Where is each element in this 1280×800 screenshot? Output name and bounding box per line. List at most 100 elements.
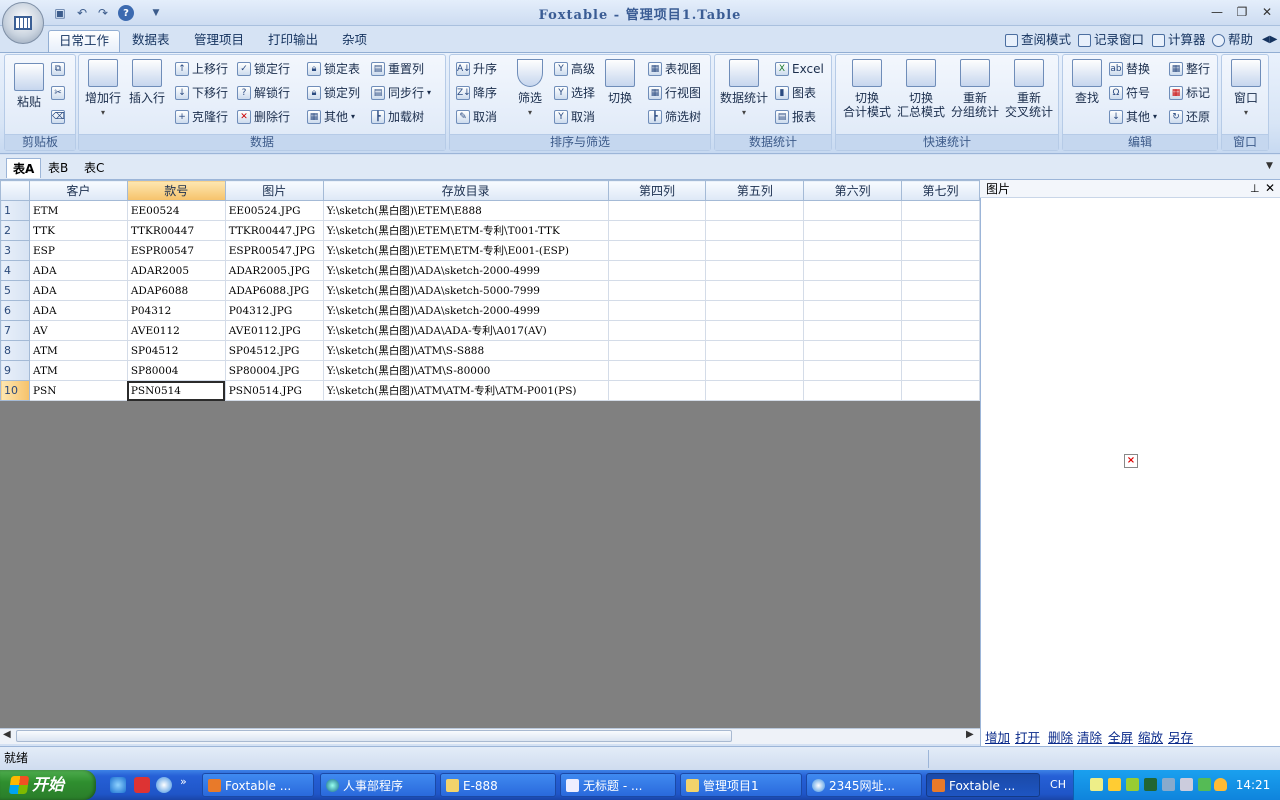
taskbar-item-foxtable-active[interactable]: Foxtable ... <box>926 773 1040 797</box>
table-row[interactable]: 1 ETM EE00524 EE00524.JPG Y:\sketch(黑白图)\ETE… <box>0 200 980 221</box>
row-number[interactable]: 8 <box>0 340 30 361</box>
table-cell[interactable]: AVE0112.JPG <box>224 320 324 341</box>
insert-row-button[interactable]: 插入行 <box>125 59 169 131</box>
panel-link-fullscreen[interactable]: 全屏 <box>1108 727 1133 746</box>
lock-table-button[interactable]: 🔒︎ 锁定表 <box>307 59 360 79</box>
table-cell[interactable]: P04312 <box>126 300 226 321</box>
table-cell[interactable] <box>803 200 903 221</box>
table-cell[interactable]: ADAP6088.JPG <box>224 280 324 301</box>
redo-icon[interactable]: ↷ <box>95 5 111 21</box>
sheet-tabs-dropdown-icon[interactable]: ▼ <box>1266 161 1273 171</box>
clone-row-button[interactable]: + 克隆行 <box>175 107 228 127</box>
table-cell[interactable] <box>607 360 707 381</box>
record-window-link[interactable]: 记录窗口 <box>1078 30 1144 50</box>
taskbar-item-2345[interactable]: 2345网址... <box>806 773 922 797</box>
column-header[interactable]: 第五列 <box>705 180 805 201</box>
ie-icon[interactable] <box>110 777 126 793</box>
table-cell[interactable]: EE00524.JPG <box>224 200 324 221</box>
table-cell[interactable]: ADA <box>28 300 128 321</box>
table-cell[interactable] <box>901 340 980 361</box>
sheet-tab-b[interactable]: 表B <box>42 158 74 178</box>
table-cell[interactable] <box>803 220 903 241</box>
excel-button[interactable]: X Excel <box>775 59 824 79</box>
quicklaunch-more-icon[interactable]: » <box>180 775 187 788</box>
table-cell[interactable] <box>803 340 903 361</box>
panel-link-add[interactable]: 增加 <box>985 727 1010 746</box>
paste-button[interactable]: 粘贴 <box>7 59 51 131</box>
tab-data-table[interactable]: 数据表 <box>122 30 180 52</box>
table-cell[interactable] <box>901 200 980 221</box>
table-row[interactable]: 9 ATM SP80004 SP80004.JPG Y:\sketch(黑白图)\ATM… <box>0 360 980 381</box>
browse-mode-link[interactable]: 查阅模式 <box>1005 30 1071 50</box>
table-cell[interactable]: TTKR00447 <box>126 220 226 241</box>
whole-row-button[interactable]: ▦ 整行 <box>1169 59 1210 79</box>
move-down-button[interactable]: ↓ 下移行 <box>175 83 228 103</box>
table-cell[interactable]: ESP <box>28 240 128 261</box>
sort-asc-button[interactable]: A↓ 升序 <box>456 59 497 79</box>
cross-stats-button[interactable]: 重新 交叉统计 <box>1002 59 1056 131</box>
column-header[interactable]: 第四列 <box>607 180 707 201</box>
panel-link-clear[interactable]: 清除 <box>1077 727 1102 746</box>
table-cell[interactable]: ADA <box>28 280 128 301</box>
row-number[interactable]: 7 <box>0 320 30 341</box>
column-header[interactable]: 第六列 <box>803 180 903 201</box>
filter-tree-button[interactable]: ┣ 筛选树 <box>648 107 701 127</box>
table-cell[interactable] <box>803 260 903 281</box>
column-header[interactable]: 第七列 <box>901 180 980 201</box>
data-stats-button[interactable]: 数据统计 ▾ <box>719 59 769 131</box>
table-cell[interactable]: Y:\sketch(黑白图)\ADA\sketch-2000-4999 <box>322 300 609 321</box>
column-header[interactable]: 图片 <box>224 180 324 201</box>
filter-button[interactable]: 筛选 ▾ <box>508 59 552 131</box>
app-menu-button[interactable] <box>2 2 44 44</box>
help-link[interactable]: 帮助 <box>1212 30 1253 50</box>
column-header[interactable]: 客户 <box>28 180 128 201</box>
table-cell[interactable] <box>901 380 980 401</box>
table-cell[interactable]: AVE0112 <box>126 320 226 341</box>
restore-button[interactable]: ❐ <box>1231 4 1253 20</box>
table-row[interactable]: 2 TTK TTKR00447 TTKR00447.JPG Y:\sketch(黑白图)… <box>0 220 980 241</box>
lock-col-button[interactable]: 🔒︎ 锁定列 <box>307 83 360 103</box>
table-cell[interactable]: Y:\sketch(黑白图)\ETEM\ETM-专利\E001-(ESP) <box>322 240 609 261</box>
row-number[interactable]: 9 <box>0 360 30 381</box>
table-cell[interactable]: ATM <box>28 360 128 381</box>
load-tree-button[interactable]: ┣ 加载树 <box>371 107 424 127</box>
table-cell[interactable] <box>607 260 707 281</box>
edit-other-button[interactable]: ↓ 其他 ▾ <box>1109 107 1157 127</box>
reset-col-button[interactable]: ▤ 重置列 <box>371 59 424 79</box>
scroll-right-icon[interactable]: ▶ <box>966 729 974 740</box>
tray-icon-3[interactable] <box>1126 778 1139 791</box>
panel-link-open[interactable]: 打开 <box>1015 727 1040 746</box>
table-cell[interactable] <box>901 320 980 341</box>
table-cell[interactable] <box>705 260 805 281</box>
window-button[interactable]: 窗口 ▾ <box>1224 59 1268 131</box>
quicklaunch-app-icon[interactable] <box>134 777 150 793</box>
sheet-tab-a[interactable]: 表A <box>6 158 42 178</box>
table-cell[interactable]: Y:\sketch(黑白图)\ETEM\ETM-专利\T001-TTK <box>322 220 609 241</box>
switch-summary-mode-button[interactable]: 切换 汇总模式 <box>894 59 948 131</box>
replace-button[interactable]: ab 替换 <box>1109 59 1150 79</box>
table-cell[interactable] <box>607 200 707 221</box>
panel-link-delete[interactable]: 删除 <box>1048 727 1073 746</box>
table-cell[interactable] <box>901 360 980 381</box>
tray-shield-icon[interactable] <box>1214 778 1227 791</box>
column-header[interactable]: 存放目录 <box>322 180 609 201</box>
browser-icon[interactable] <box>156 777 172 793</box>
row-number[interactable]: 2 <box>0 220 30 241</box>
table-cell[interactable]: Y:\sketch(黑白图)\ADA\sketch-5000-7999 <box>322 280 609 301</box>
taskbar-item-project[interactable]: 管理项目1 <box>680 773 802 797</box>
table-cell[interactable]: SP04512.JPG <box>224 340 324 361</box>
row-number[interactable]: 10 <box>0 380 30 401</box>
ribbon-scroll-icon[interactable]: ◀▶ <box>1262 30 1277 50</box>
table-cell[interactable] <box>803 300 903 321</box>
table-cell[interactable] <box>901 300 980 321</box>
mark-button[interactable]: ▦ 标记 <box>1169 83 1210 103</box>
tray-qq-icon[interactable] <box>1108 778 1121 791</box>
table-cell[interactable] <box>803 320 903 341</box>
table-row[interactable]: 10 PSN PSN0514 PSN0514.JPG Y:\sketch(黑白图)\AT… <box>0 380 980 401</box>
customize-quick-access-icon[interactable]: ▼ <box>148 5 164 21</box>
cut-button[interactable]: ✂ <box>51 83 65 103</box>
tray-network-icon[interactable] <box>1162 778 1175 791</box>
row-number[interactable]: 3 <box>0 240 30 261</box>
clock[interactable]: 14:21 <box>1228 770 1278 800</box>
table-cell[interactable] <box>901 240 980 261</box>
